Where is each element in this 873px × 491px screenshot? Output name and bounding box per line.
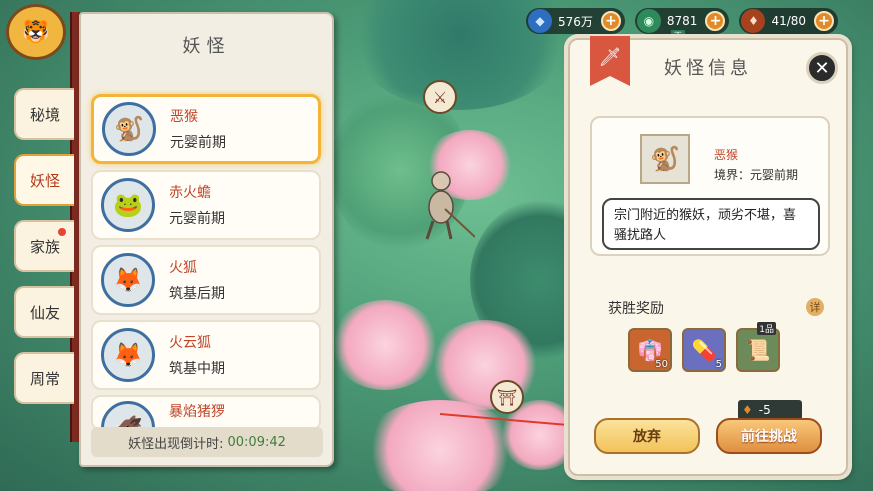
jade-value: 8781 bbox=[666, 14, 698, 28]
add-jade-button[interactable]: + bbox=[705, 11, 726, 31]
spawn-countdown: 妖怪出现倒计时: 00:09:42 bbox=[91, 427, 323, 457]
stamina-cost-icon: ♦ bbox=[742, 403, 753, 417]
cost-value: -5 bbox=[758, 403, 771, 417]
monkey-avatar-icon: 🐒 bbox=[102, 102, 156, 156]
info-title: 妖怪信息 bbox=[664, 58, 752, 79]
tab-label: 周常 bbox=[29, 369, 60, 388]
toad-avatar-icon: 🐸 bbox=[101, 178, 155, 232]
tab-label: 仙友 bbox=[29, 303, 60, 322]
fox-avatar-icon: 🦊 bbox=[101, 253, 155, 307]
detail-monster-name: 恶猴 bbox=[714, 148, 739, 162]
gate-marker-icon[interactable]: ⛩ bbox=[490, 380, 524, 414]
reward-item[interactable]: 📜 1品 bbox=[736, 322, 780, 372]
tab-xianyou[interactable]: 仙友 bbox=[14, 286, 74, 338]
detail-realm: 境界：元婴前期 bbox=[714, 168, 799, 182]
reward-count: 5 bbox=[715, 359, 722, 370]
monster-info-panel: 🗡 妖怪信息 ✕ 🐒 恶猴 境界：元婴前期 宗门附近的猴妖，顽劣不堪，喜骚扰路人… bbox=[568, 36, 848, 476]
reward-count: 50 bbox=[655, 359, 668, 370]
tab-label: 妖怪 bbox=[29, 171, 60, 190]
monster-realm: 元婴前期 bbox=[169, 211, 225, 227]
scroll-icon: 📜 bbox=[745, 338, 771, 362]
panel-title: 妖怪 bbox=[182, 36, 231, 57]
monster-list-panel: 妖怪 🐒 恶猴 元婴前期 🐸 赤火蟾 元婴前期 🦊 火狐 筑基后期 🦊 火云狐 … bbox=[79, 12, 334, 467]
reward-grade-tag: 1品 bbox=[757, 322, 776, 335]
monster-list-item[interactable]: 🦊 火狐 筑基后期 bbox=[91, 245, 321, 315]
tab-label: 秘境 bbox=[29, 105, 60, 124]
challenge-label: 前往挑战 bbox=[741, 429, 797, 445]
countdown-label: 妖怪出现倒计时: bbox=[128, 436, 224, 452]
stamina-value: 41/80 bbox=[771, 14, 807, 28]
give-up-label: 放弃 bbox=[633, 429, 661, 445]
sect-logo-icon[interactable]: 🐯 bbox=[6, 4, 66, 60]
add-spirit-stone-button[interactable]: + bbox=[600, 11, 621, 31]
stamina-resource: ♦ 41/80 + bbox=[739, 8, 839, 34]
monster-name: 暴焰猪猡 bbox=[169, 404, 225, 420]
notification-dot bbox=[58, 228, 66, 236]
monster-name: 火云狐 bbox=[169, 335, 211, 351]
monster-realm: 筑基中期 bbox=[169, 361, 225, 377]
description-bubble: 宗门附近的猴妖，顽劣不堪，喜骚扰路人 bbox=[602, 198, 820, 250]
details-icon[interactable]: 详 bbox=[806, 298, 824, 316]
cloud-fox-avatar-icon: 🦊 bbox=[101, 328, 155, 382]
monster-list-item[interactable]: 🦊 火云狐 筑基中期 bbox=[91, 320, 321, 390]
give-up-button[interactable]: 放弃 bbox=[594, 418, 700, 454]
monster-list-item[interactable]: 🐗 暴焰猪猡 bbox=[91, 395, 321, 431]
pill-icon: 💊 bbox=[691, 338, 717, 362]
countdown-value: 00:09:42 bbox=[227, 434, 286, 450]
add-stamina-button[interactable]: + bbox=[814, 11, 835, 31]
reward-item[interactable]: 💊 5 bbox=[682, 328, 726, 372]
monkey-portrait-icon: 🐒 bbox=[640, 134, 690, 184]
cherry-blossom bbox=[330, 300, 440, 390]
monster-detail-card: 🐒 恶猴 境界：元婴前期 宗门附近的猴妖，顽劣不堪，喜骚扰路人 bbox=[590, 116, 830, 256]
spirit-stone-value: 576万 bbox=[558, 14, 593, 29]
tab-zhouchang[interactable]: 周常 bbox=[14, 352, 74, 404]
tab-jiazu[interactable]: 家族 bbox=[14, 220, 74, 272]
spirit-stone-resource: ◆ 576万 + bbox=[526, 8, 625, 34]
reward-item[interactable]: 👘 50 bbox=[628, 328, 672, 372]
monster-list-item[interactable]: 🐸 赤火蟾 元婴前期 bbox=[91, 170, 321, 240]
jade-icon: ◉ bbox=[636, 9, 661, 33]
stamina-icon: ♦ bbox=[741, 9, 766, 33]
spirit-stone-icon: ◆ bbox=[528, 9, 552, 33]
close-button[interactable]: ✕ bbox=[806, 52, 838, 84]
tab-mijing[interactable]: 秘境 bbox=[14, 88, 74, 140]
monster-realm: 元婴前期 bbox=[170, 135, 226, 151]
player-character[interactable] bbox=[415, 165, 476, 245]
monster-list-item[interactable]: 🐒 恶猴 元婴前期 bbox=[91, 94, 321, 164]
tab-yaoguai[interactable]: 妖怪 bbox=[14, 154, 74, 206]
monster-realm: 筑基后期 bbox=[169, 286, 225, 302]
weapon-marker-icon[interactable]: ⚔ bbox=[423, 80, 457, 114]
tab-label: 家族 bbox=[29, 237, 60, 256]
challenge-cost: ♦ -5 bbox=[738, 400, 802, 420]
monster-name: 赤火蟾 bbox=[169, 185, 211, 201]
monster-name: 恶猴 bbox=[170, 109, 198, 125]
challenge-button[interactable]: 前往挑战 bbox=[716, 418, 822, 454]
rewards-title: 获胜奖励 bbox=[608, 301, 664, 317]
monster-name: 火狐 bbox=[169, 260, 197, 276]
